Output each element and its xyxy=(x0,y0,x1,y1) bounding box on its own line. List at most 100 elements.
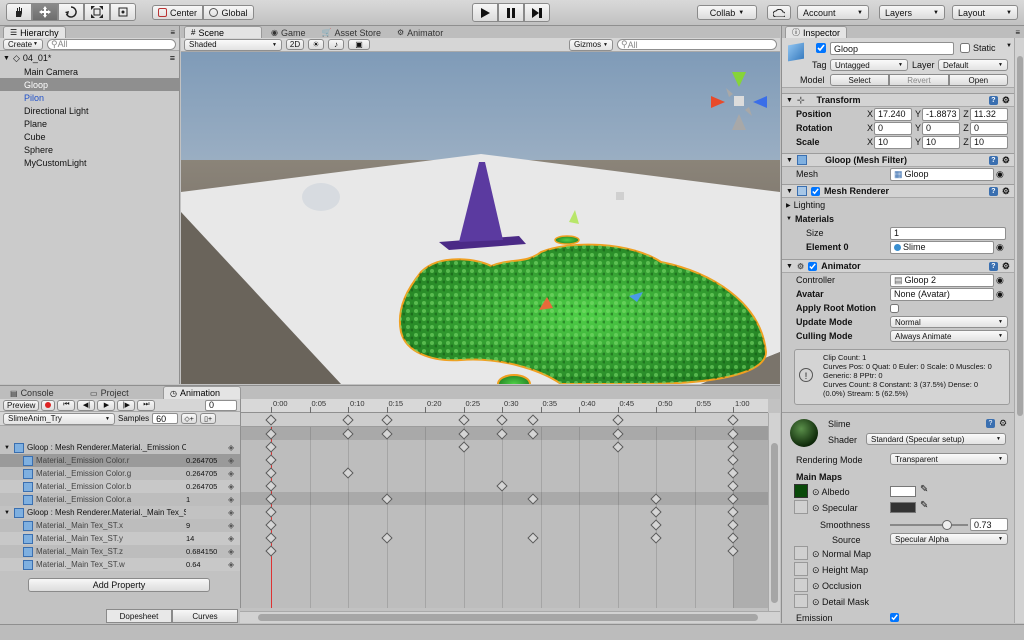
materials-size-input[interactable]: 1 xyxy=(890,226,1006,240)
prev-key-button[interactable]: ◀| xyxy=(77,399,96,411)
axis-label[interactable]: Z xyxy=(962,109,970,119)
track-value[interactable]: 0.64 xyxy=(186,560,228,569)
keyframe[interactable] xyxy=(527,532,539,544)
track-value[interactable]: 0.684150 xyxy=(186,547,228,556)
cloud-button[interactable] xyxy=(767,5,791,20)
expand-arrow-icon[interactable]: ▼ xyxy=(4,510,11,516)
scroll-thumb[interactable] xyxy=(1017,56,1023,416)
avatar-field[interactable]: None (Avatar) xyxy=(890,287,994,301)
animator-header[interactable]: ▼ ⚙ Animator ? ⚙ xyxy=(782,259,1014,273)
pivot-center-button[interactable]: Center xyxy=(152,5,203,20)
track-row[interactable]: Material._Emission Color.g 0.264705 ◈ xyxy=(0,467,240,480)
scene-root[interactable]: ▼ ◇ 04_01* ≡ xyxy=(0,51,179,65)
pause-button[interactable] xyxy=(498,3,524,22)
gear-icon[interactable]: ⚙ xyxy=(1002,95,1010,106)
keyframe[interactable] xyxy=(265,532,277,544)
slider-thumb[interactable] xyxy=(942,520,952,530)
update-mode-dropdown[interactable]: Normal ▼ xyxy=(890,316,1008,328)
specular-color-swatch[interactable] xyxy=(890,502,916,513)
summary-keyframe[interactable] xyxy=(342,414,354,426)
object-name-field[interactable]: Gloop xyxy=(830,42,954,55)
keyframe[interactable] xyxy=(650,532,662,544)
track-value[interactable]: 9 xyxy=(186,521,228,530)
first-key-button[interactable]: ⏮ xyxy=(57,399,76,411)
samples-input[interactable]: 60 xyxy=(152,413,179,424)
tab-scene[interactable]: # Scene xyxy=(184,26,262,38)
tab-inspector[interactable]: ⓘ Inspector xyxy=(785,26,848,38)
track-row[interactable]: Material._Emission Color.r 0.264705 ◈ xyxy=(0,454,240,467)
tab-asset-store[interactable]: 🛒 Asset Store xyxy=(315,26,389,38)
scale-y-input[interactable]: 10 xyxy=(922,135,960,149)
keyframe-toggle-icon[interactable]: ◈ xyxy=(228,469,240,478)
curves-tab[interactable]: Curves xyxy=(172,609,238,623)
scene-search-input[interactable]: ⚲ All xyxy=(617,39,777,50)
smoothness-slider[interactable] xyxy=(890,520,968,530)
gear-icon[interactable]: ⚙ xyxy=(999,418,1007,429)
tab-hierarchy[interactable]: ☰ Hierarchy xyxy=(3,26,66,38)
track-value[interactable]: 0.264705 xyxy=(186,469,228,478)
keyframe[interactable] xyxy=(650,519,662,531)
scale-z-input[interactable]: 10 xyxy=(970,135,1008,149)
axis-label[interactable]: X xyxy=(866,109,874,119)
help-icon[interactable]: ? xyxy=(988,186,998,196)
height-map-slot[interactable] xyxy=(794,562,808,576)
track-row[interactable]: Material._Emission Color.b 0.264705 ◈ xyxy=(0,480,240,493)
specular-label[interactable]: ⊙ Specular xyxy=(812,503,858,514)
normal-map-label[interactable]: ⊙ Normal Map xyxy=(812,549,871,560)
keyframe-toggle-icon[interactable]: ◈ xyxy=(228,482,240,491)
axis-label[interactable]: Z xyxy=(962,137,970,147)
axis-label[interactable]: Y xyxy=(914,137,922,147)
rotation-y-input[interactable]: 0 xyxy=(922,121,960,135)
track-row[interactable]: Material._Emission Color.a 1 ◈ xyxy=(0,493,240,506)
dopesheet-tab[interactable]: Dopesheet xyxy=(106,609,172,623)
audio-toggle-icon[interactable]: ♪ xyxy=(328,39,344,50)
pivot-global-button[interactable]: Global xyxy=(203,5,254,20)
keyframe-toggle-icon[interactable]: ◈ xyxy=(228,560,240,569)
static-checkbox[interactable] xyxy=(960,43,970,53)
material-field[interactable]: Slime xyxy=(890,240,994,254)
hierarchy-item[interactable]: Plane xyxy=(0,117,179,130)
layers-button[interactable]: Layers ▼ xyxy=(879,5,945,20)
keyframe[interactable] xyxy=(265,545,277,557)
expand-arrow-icon[interactable]: ▼ xyxy=(786,188,793,195)
mesh-field[interactable]: ▦ Gloop xyxy=(890,167,994,181)
expand-arrow-icon[interactable]: ▼ xyxy=(4,445,11,451)
albedo-texture-slot[interactable] xyxy=(794,484,808,498)
help-icon[interactable]: ? xyxy=(988,155,998,165)
specular-texture-slot[interactable] xyxy=(794,500,808,514)
account-button[interactable]: Account ▼ xyxy=(797,5,869,20)
lighting-toggle-icon[interactable]: ☀ xyxy=(308,39,324,50)
clip-dropdown[interactable]: SlimeAnim_Try ▼ xyxy=(3,412,115,425)
help-icon[interactable]: ? xyxy=(988,95,998,105)
track-row[interactable]: Material._Main Tex_ST.x 9 ◈ xyxy=(0,519,240,532)
scale-tool-icon[interactable] xyxy=(84,3,110,21)
layer-dropdown[interactable]: Default ▼ xyxy=(938,59,1008,71)
materials-foldout[interactable]: ▼ Materials xyxy=(782,212,1014,226)
2d-toggle[interactable]: 2D xyxy=(286,39,304,50)
keyframe[interactable] xyxy=(650,506,662,518)
expand-arrow-icon[interactable]: ▼ xyxy=(786,97,793,104)
model-select-button[interactable]: Select xyxy=(830,74,890,86)
summary-keyframe[interactable] xyxy=(457,414,470,426)
hierarchy-item[interactable]: Main Camera xyxy=(0,65,179,78)
hierarchy-item[interactable]: MyCustomLight xyxy=(0,156,179,169)
track-row[interactable]: Material._Main Tex_ST.w 0.64 ◈ xyxy=(0,558,240,571)
track-row[interactable]: Material._Main Tex_ST.z 0.684150 ◈ xyxy=(0,545,240,558)
occlusion-slot[interactable] xyxy=(794,578,808,592)
expand-arrow-icon[interactable]: ▼ xyxy=(3,55,10,62)
collab-button[interactable]: Collab ▼ xyxy=(697,5,757,20)
expand-arrow-icon[interactable]: ▼ xyxy=(786,157,793,164)
keyframe-toggle-icon[interactable]: ◈ xyxy=(228,547,240,556)
hand-tool-icon[interactable] xyxy=(6,3,32,21)
tab-animation[interactable]: ◷ Animation xyxy=(163,386,241,399)
culling-mode-dropdown[interactable]: Always Animate ▼ xyxy=(890,330,1008,342)
keyframe-grid[interactable] xyxy=(240,427,768,608)
rotate-tool-icon[interactable] xyxy=(58,3,84,21)
timeline-ruler[interactable]: 0:00 0:05 0:10 0:15 0:20 0:25 0:30 0:35 0:40 0:45… xyxy=(240,399,768,413)
keyframe[interactable] xyxy=(380,532,393,544)
summary-keyframe[interactable] xyxy=(611,414,624,426)
tab-game[interactable]: ◉ Game xyxy=(264,26,313,38)
summary-keyframe[interactable] xyxy=(496,414,508,426)
help-icon[interactable]: ? xyxy=(986,419,995,428)
transform-header[interactable]: ▼ ⊹ Transform ? ⚙ xyxy=(782,93,1014,107)
